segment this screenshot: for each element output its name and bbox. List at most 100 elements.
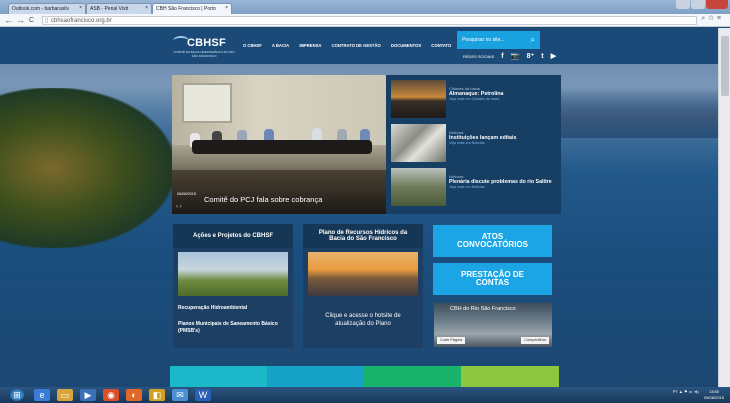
search-input[interactable]: Pesquisar no site... (462, 37, 505, 43)
page-scrollbar[interactable] (718, 28, 730, 387)
search-box[interactable]: Pesquisar no site... ⌕ (457, 31, 540, 49)
outlook-icon[interactable]: ✉ (172, 389, 188, 401)
close-icon[interactable]: × (79, 5, 82, 11)
menu-item-contato[interactable]: CONTATO (431, 43, 451, 48)
back-button[interactable]: ← (4, 15, 13, 26)
news-thumbnail[interactable] (391, 124, 446, 162)
menu-item-cbhsf[interactable]: O CBHSF (243, 43, 262, 48)
main-menu: O CBHSF A BACIA IMPRENSA CONTRATO DE GES… (243, 43, 460, 48)
page-icon: ▯ (45, 18, 49, 24)
folder-icon[interactable]: ▭ (57, 389, 73, 401)
firefox-icon[interactable]: ◐ (126, 389, 142, 401)
slider-arrows[interactable]: ‹ › (176, 204, 182, 210)
background-river (560, 88, 718, 138)
photo-floor (172, 170, 386, 214)
close-icon[interactable]: × (145, 5, 148, 11)
tab-asb[interactable]: ASB - Penal Vistt × (86, 3, 152, 14)
menu-item-documentos[interactable]: DOCUMENTOS (391, 43, 421, 48)
facebook-widget[interactable]: CBH do Rio São Francisco Curtir Página C… (434, 303, 552, 347)
background-landscape (0, 88, 175, 248)
system-tray[interactable]: PT ▲ ⚑ ▭ ◄) 13:50 05/08/2015 (673, 389, 724, 400)
news-item[interactable]: Notícias Instituições lançam editais Vej… (391, 124, 556, 162)
news-item[interactable]: Notícias Plenária discute problemas do r… (391, 168, 556, 206)
social-label: REDES SOCIAIS (463, 54, 495, 59)
news-text: Cidades da bacia Almanaque: Petrolina Ve… (449, 86, 559, 102)
photo-table (192, 140, 372, 154)
menu-item-imprensa[interactable]: IMPRENSA (299, 43, 321, 48)
news-more-link[interactable]: Veja mais em Notícias (449, 141, 559, 146)
hero-photo-window (182, 83, 232, 123)
scrollbar-thumb[interactable] (721, 36, 729, 96)
address-bar[interactable]: ▯ cbhsaofrancisco.org.br (42, 16, 697, 25)
word-icon[interactable]: W (195, 389, 211, 401)
facebook-page-name[interactable]: CBH do Rio São Francisco (450, 306, 516, 312)
toolbar-icons[interactable]: ⌕☆≡ (701, 15, 724, 23)
site-logo[interactable]: CBHSF COMITÊ DA BACIA HIDROGRÁFICA DO RI… (173, 35, 235, 59)
app-icon[interactable]: ◧ (149, 389, 165, 401)
googleplus-icon[interactable]: 8⁺ (527, 53, 535, 60)
acoes-title[interactable]: Ações e Projetos do CBHSF (173, 224, 293, 248)
hero-caption[interactable]: Comitê do PCJ fala sobre cobrança (204, 195, 322, 204)
footer-strip-segment (364, 366, 461, 387)
url-text: cbhsaofrancisco.org.br (51, 18, 112, 24)
acoes-projetos-box: Ações e Projetos do CBHSF Recuperação Hi… (173, 224, 293, 348)
chrome-icon[interactable]: ◉ (103, 389, 119, 401)
prestacao-contas-button[interactable]: PRESTAÇÃO DE CONTAS (433, 263, 552, 295)
menu-item-bacia[interactable]: A BACIA (272, 43, 289, 48)
facebook-icon[interactable]: f (501, 53, 503, 60)
reload-button[interactable]: C (29, 15, 34, 26)
acoes-link[interactable]: Recuperação Hidroambiental (178, 305, 247, 312)
windows-taskbar: ⊞ e ▭ ▶ ◉ ◐ ◧ ✉ W PT ▲ ⚑ ▭ ◄) 13:50 05/0… (0, 387, 730, 403)
news-text: Notícias Plenária discute problemas do r… (449, 174, 559, 190)
window-close-button[interactable] (706, 0, 728, 9)
news-text: Notícias Instituições lançam editais Vej… (449, 130, 559, 146)
acoes-link[interactable]: Planos Municipais de Saneamento Básico (… (178, 321, 288, 334)
twitter-icon[interactable]: t (541, 53, 543, 60)
news-thumbnail[interactable] (391, 168, 446, 206)
close-icon[interactable]: × (225, 5, 228, 11)
hero-date: 06/08/2015 (177, 192, 197, 196)
maximize-button[interactable] (691, 0, 705, 9)
tab-label: ASB - Penal Vistt (90, 6, 129, 12)
footer-strip-segment (267, 366, 364, 387)
news-more-link[interactable]: Veja mais em Notícias (449, 185, 559, 190)
browser-tab-bar: Outlook.com - barbarasilv × ASB - Penal V… (0, 0, 730, 14)
minimize-button[interactable] (676, 0, 690, 9)
instagram-icon[interactable]: 📷 (511, 53, 520, 60)
share-button[interactable]: Compartilhar (521, 337, 549, 344)
prestacao-label: PRESTAÇÃO DE CONTAS (461, 269, 524, 287)
start-button[interactable]: ⊞ (10, 389, 24, 401)
browser-toolbar: ← → C ▯ cbhsaofrancisco.org.br ⌕☆≡ (0, 14, 730, 27)
search-icon[interactable]: ⌕ (531, 35, 535, 45)
tab-label: CBH São Francisco | Porto (156, 6, 216, 12)
news-item[interactable]: Cidades da bacia Almanaque: Petrolina Ve… (391, 80, 556, 118)
youtube-icon[interactable]: ▶ (551, 53, 556, 60)
tab-label: Outlook.com - barbarasilv (12, 6, 69, 12)
site-header: CBHSF COMITÊ DA BACIA HIDROGRÁFICA DO RI… (0, 28, 718, 64)
plano-text[interactable]: Clique e acesse o hotsite de atualização… (315, 313, 411, 328)
plano-image[interactable] (308, 252, 418, 296)
plano-title[interactable]: Plano de Recursos Hídricos da Bacia do S… (303, 224, 423, 248)
plano-box: Plano de Recursos Hídricos da Bacia do S… (303, 224, 423, 348)
footer-strip-segment (461, 366, 559, 387)
ie-icon[interactable]: e (34, 389, 50, 401)
footer-strip-segment (170, 366, 267, 387)
logo-name: CBHSF (187, 37, 226, 49)
hero-slider[interactable] (172, 75, 386, 214)
media-icon[interactable]: ▶ (80, 389, 96, 401)
news-list: Cidades da bacia Almanaque: Petrolina Ve… (386, 75, 561, 214)
tab-cbh[interactable]: CBH São Francisco | Porto × (152, 3, 232, 14)
tab-outlook[interactable]: Outlook.com - barbarasilv × (8, 3, 86, 14)
logo-subtitle: COMITÊ DA BACIA HIDROGRÁFICA DO RIO SÃO … (173, 50, 235, 58)
social-links: REDES SOCIAIS f 📷 8⁺ t ▶ (463, 52, 556, 60)
acoes-image[interactable] (178, 252, 288, 296)
atos-convocatorios-button[interactable]: ATOS CONVOCATÓRIOS (433, 225, 552, 257)
news-thumbnail[interactable] (391, 80, 446, 118)
clock-date: 05/08/2015 (703, 394, 724, 400)
news-more-link[interactable]: Veja mais em Cidades da bacia (449, 97, 559, 102)
webpage: CBHSF COMITÊ DA BACIA HIDROGRÁFICA DO RI… (0, 28, 718, 387)
like-page-button[interactable]: Curtir Página (437, 337, 466, 344)
forward-button[interactable]: → (16, 15, 25, 26)
language-indicator[interactable]: PT (673, 389, 678, 394)
menu-item-contrato[interactable]: CONTRATO DE GESTÃO (332, 43, 381, 48)
